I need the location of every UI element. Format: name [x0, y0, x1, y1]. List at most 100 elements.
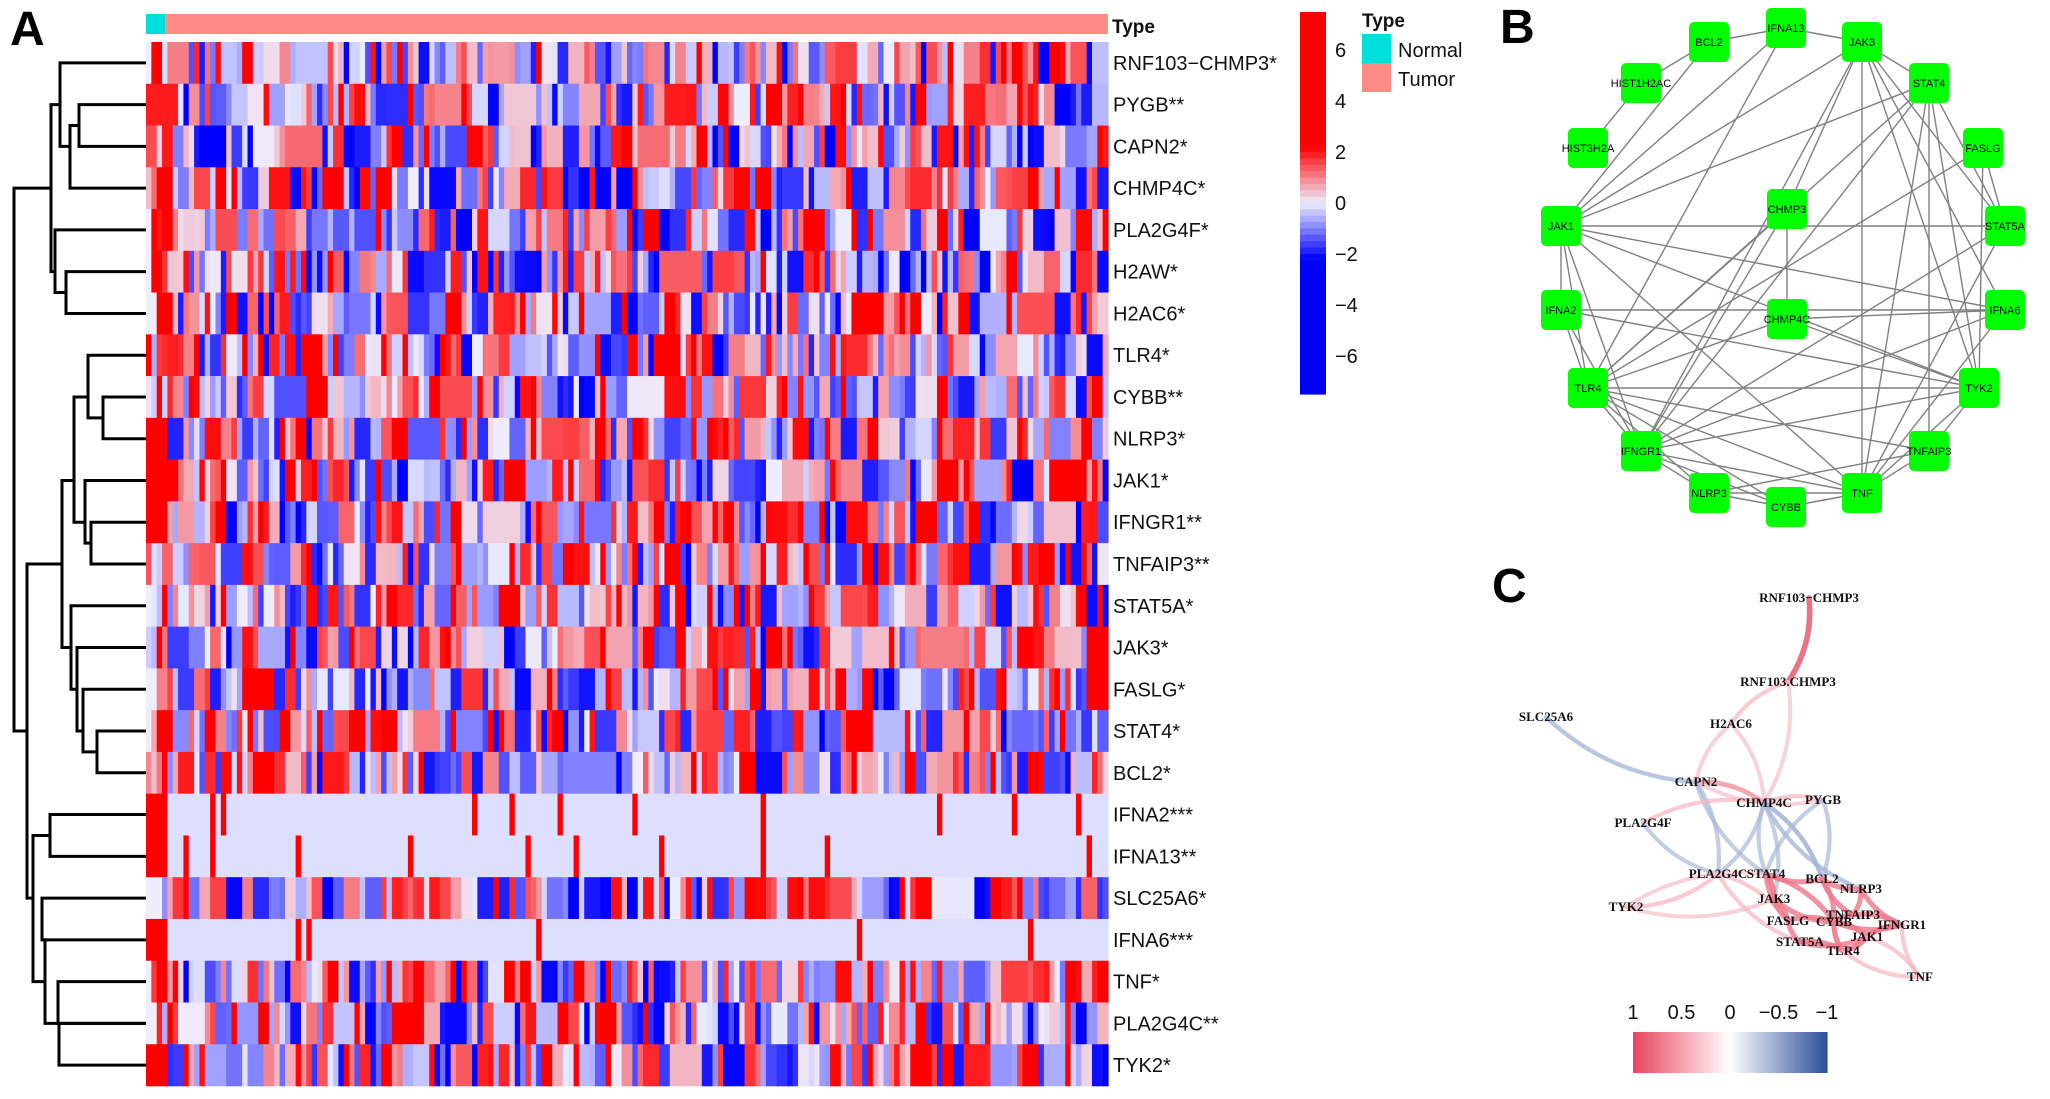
colorbar-segment	[1300, 88, 1326, 96]
heatmap-cell	[370, 543, 377, 586]
heatmap-cell	[755, 459, 762, 502]
heatmap-cell	[204, 376, 211, 419]
heatmap-cell	[1033, 668, 1040, 711]
heatmap-cell	[616, 501, 623, 544]
heatmap-cell	[156, 793, 163, 836]
heatmap-cell	[541, 334, 548, 377]
heatmap-cell	[1043, 334, 1050, 377]
heatmap-cell	[311, 668, 318, 711]
heatmap-cell	[156, 334, 163, 377]
heatmap-cell	[333, 710, 339, 753]
heatmap-cell	[252, 584, 259, 627]
colorbar-segment	[1300, 349, 1326, 357]
heatmap-cell	[947, 250, 954, 293]
heatmap-cell	[846, 376, 853, 419]
heatmap-cell	[691, 83, 698, 126]
correlation-edge	[1761, 679, 1793, 806]
heatmap-cell	[172, 668, 179, 711]
heatmap-cell	[530, 1002, 537, 1045]
heatmap-cell	[803, 83, 810, 126]
heatmap-cell	[279, 292, 286, 335]
heatmap-cell	[1070, 209, 1077, 252]
heatmap-cell	[381, 835, 388, 878]
heatmap-cell	[445, 292, 452, 335]
heatmap-cell	[215, 918, 222, 962]
heatmap-cell	[936, 877, 943, 920]
heatmap-cell	[477, 376, 484, 419]
heatmap-cell	[840, 751, 847, 794]
heatmap-cell	[963, 710, 970, 753]
heatmap-cell	[643, 584, 649, 627]
heatmap-cell	[146, 960, 152, 1003]
heatmap-cell	[744, 710, 751, 753]
heatmap-cell	[204, 960, 211, 1003]
heatmap-cell	[931, 250, 938, 293]
heatmap-cell	[958, 918, 965, 962]
heatmap-cell	[872, 250, 879, 293]
heatmap-cell	[573, 584, 580, 627]
corr-colorbar-tick: −1	[1816, 1002, 1839, 1024]
heatmap-cell	[338, 376, 345, 419]
heatmap-cell	[867, 501, 874, 544]
correlation-node-label: STAT5A	[1776, 934, 1825, 949]
heatmap-cell	[578, 250, 585, 293]
heatmap-cell	[183, 417, 190, 460]
heatmap-cell	[365, 334, 372, 377]
heatmap-cell	[878, 83, 885, 126]
heatmap-cell	[1086, 292, 1093, 335]
heatmap-cell	[242, 209, 249, 252]
heatmap-cell	[210, 918, 217, 962]
heatmap-cell	[1022, 543, 1029, 586]
type-legend: Type NormalTumor	[1362, 11, 1462, 92]
heatmap-cell	[290, 459, 297, 502]
heatmap-cell	[1086, 417, 1093, 460]
heatmap-cell	[632, 960, 639, 1003]
heatmap-cell	[594, 960, 601, 1003]
heatmap-cell	[381, 960, 388, 1003]
heatmap-cell	[194, 250, 201, 293]
heatmap-cell	[691, 376, 698, 419]
heatmap-cell	[814, 1044, 820, 1087]
heatmap-cell	[1001, 918, 1008, 962]
heatmap-cell	[664, 1044, 671, 1087]
heatmap-cell	[552, 543, 559, 586]
heatmap-cell	[573, 1044, 580, 1087]
heatmap-cell	[434, 710, 441, 753]
heatmap-cell	[300, 376, 307, 419]
heatmap-cell	[552, 125, 559, 168]
heatmap-cell	[1054, 209, 1061, 252]
heatmap-cell	[707, 710, 714, 753]
heatmap-cell	[429, 42, 436, 85]
colorbar-segment	[1300, 234, 1326, 242]
heatmap-cell	[648, 42, 655, 85]
heatmap-cell	[407, 1044, 414, 1087]
heatmap-cell	[600, 334, 607, 377]
heatmap-cell	[872, 376, 879, 419]
heatmap-cell	[995, 668, 1002, 711]
heatmap-cell	[594, 417, 601, 460]
heatmap-cell	[327, 334, 334, 377]
heatmap-cell	[899, 459, 906, 502]
heatmap-cell	[520, 376, 527, 419]
heatmap-cell	[733, 42, 740, 85]
heatmap-cell	[1011, 125, 1018, 168]
heatmap-cell	[338, 918, 345, 962]
heatmap-cell	[194, 167, 201, 210]
heatmap-cell	[605, 376, 612, 419]
heatmap-cell	[215, 42, 222, 85]
heatmap-cell	[365, 209, 372, 252]
heatmap-cell	[562, 209, 569, 252]
heatmap-cell	[439, 960, 446, 1003]
heatmap-cell	[659, 960, 666, 1003]
heatmap-cell	[1070, 626, 1077, 669]
heatmap-cell	[1001, 167, 1008, 210]
heatmap-cell	[781, 125, 788, 168]
heatmap-cell	[178, 1002, 185, 1045]
heatmap-cell	[381, 250, 388, 293]
heatmap-cell	[434, 793, 441, 836]
heatmap-cell	[953, 751, 959, 794]
heatmap-cell	[733, 459, 740, 502]
heatmap-cell	[370, 710, 377, 753]
heatmap-cell	[659, 918, 666, 962]
heatmap-cell	[1049, 125, 1056, 168]
